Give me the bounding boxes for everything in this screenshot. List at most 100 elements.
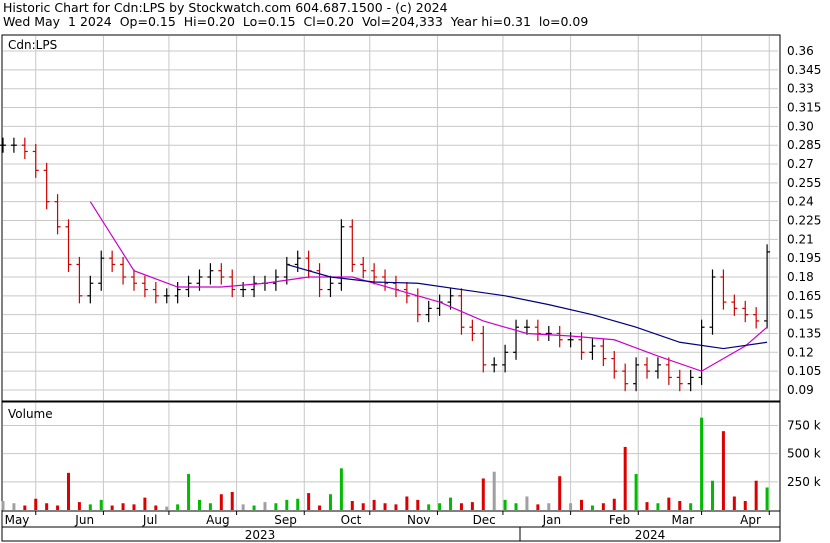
volume-bar	[110, 505, 114, 510]
volume-bar	[34, 498, 38, 510]
price-panel-title: Cdn:LPS	[8, 38, 57, 52]
month-label: Sep	[274, 513, 297, 527]
volume-grid	[3, 403, 778, 510]
volume-bar	[23, 505, 27, 510]
volume-bar	[187, 473, 191, 510]
volume-bar	[711, 480, 715, 510]
volume-bar	[700, 417, 704, 510]
month-label: May	[5, 513, 30, 527]
volume-bar	[285, 499, 289, 510]
volume-bar	[667, 497, 671, 510]
volume-bar	[121, 503, 125, 510]
volume-bar	[45, 503, 49, 510]
volume-bar	[721, 431, 725, 510]
volume-bar	[427, 504, 431, 510]
price-tick-label: 0.33	[787, 82, 814, 96]
volume-bar	[449, 497, 453, 510]
volume-bar	[252, 505, 256, 510]
volume-bar	[438, 503, 442, 510]
price-tick-label: 0.27	[787, 157, 814, 171]
volume-bar	[569, 503, 573, 510]
volume-panel-title: Volume	[8, 407, 53, 421]
month-label: Jan	[542, 513, 562, 527]
volume-bar	[590, 505, 594, 510]
volume-bar	[230, 491, 234, 510]
price-tick-label: 0.105	[787, 364, 821, 378]
price-axis: 0.36 0.345 0.33 0.315 0.30 0.285 0.27 0.255 0.24…	[787, 44, 821, 397]
volume-tick-label: 250 k	[787, 475, 821, 489]
volume-bar	[77, 502, 81, 510]
volume-bar	[176, 504, 180, 510]
price-tick-label: 0.21	[787, 232, 814, 246]
price-tick-label: 0.24	[787, 195, 814, 209]
volume-bar	[558, 476, 562, 510]
year-label: 2023	[245, 528, 276, 542]
volume-bar	[197, 499, 201, 510]
volume-tick-label: 750 k	[787, 419, 821, 433]
volume-bar	[459, 503, 463, 510]
ma-short-line	[89, 201, 768, 372]
month-label: Apr	[740, 513, 761, 527]
price-tick-label: 0.345	[787, 63, 821, 77]
volume-bar	[241, 504, 245, 510]
price-tick-label: 0.36	[787, 44, 814, 58]
month-label: Mar	[672, 513, 695, 527]
volume-bar	[754, 480, 758, 510]
month-label: Feb	[609, 513, 630, 527]
price-tick-label: 0.315	[787, 101, 821, 115]
volume-bar	[56, 505, 60, 510]
volume-bar	[154, 505, 158, 510]
price-bars	[0, 137, 771, 392]
volume-bar	[339, 468, 343, 510]
volume-bar	[656, 503, 660, 510]
volume-bar	[492, 471, 496, 510]
volume-tick-label: 500 k	[787, 447, 821, 461]
year-axis: 2023 2024	[245, 528, 666, 542]
moving-averages	[89, 201, 768, 372]
price-tick-label: 0.285	[787, 138, 821, 152]
volume-bar	[601, 503, 605, 510]
month-label: Nov	[407, 513, 430, 527]
month-label: Aug	[206, 513, 229, 527]
price-tick-label: 0.255	[787, 176, 821, 190]
volume-bar	[678, 500, 682, 510]
stock-chart: Cdn:LPS Volume 0.36 0.345 0.33 0.315 0.30 0.2…	[0, 34, 821, 542]
volume-bar	[274, 503, 278, 510]
month-axis: May Jun Jul Aug Sep Oct Nov Dec Jan Feb Mar Apr	[5, 511, 770, 527]
volume-bar	[394, 504, 398, 510]
volume-bar	[503, 499, 507, 510]
volume-bar	[372, 499, 376, 510]
month-label: Dec	[473, 513, 496, 527]
volume-bar	[66, 472, 70, 510]
volume-bar	[132, 504, 136, 510]
volume-bar	[318, 505, 322, 510]
volume-bar	[296, 498, 300, 510]
price-grid	[3, 36, 778, 400]
price-tick-label: 0.225	[787, 214, 821, 228]
volume-bar	[481, 478, 485, 510]
volume-bar	[143, 497, 147, 510]
price-tick-label: 0.195	[787, 251, 821, 265]
month-label: Oct	[341, 513, 362, 527]
volume-bar	[525, 496, 529, 510]
volume-bar	[1, 500, 5, 510]
volume-bar	[765, 487, 769, 510]
volume-bar	[634, 473, 638, 510]
price-panel-frame	[1, 34, 781, 402]
volume-bars	[1, 417, 769, 510]
volume-bar	[99, 499, 103, 510]
volume-bar	[689, 503, 693, 510]
volume-bar	[536, 504, 540, 510]
price-tick-label: 0.165	[787, 289, 821, 303]
month-label: Jul	[142, 513, 157, 527]
year-label: 2024	[635, 528, 666, 542]
volume-bar	[514, 503, 518, 510]
price-tick-label: 0.18	[787, 270, 814, 284]
volume-bar	[470, 502, 474, 510]
month-label: Jun	[74, 513, 94, 527]
volume-bar	[416, 499, 420, 510]
volume-bar	[612, 498, 616, 510]
price-tick-label: 0.15	[787, 308, 814, 322]
volume-bar	[263, 502, 267, 510]
volume-bar	[328, 494, 332, 510]
